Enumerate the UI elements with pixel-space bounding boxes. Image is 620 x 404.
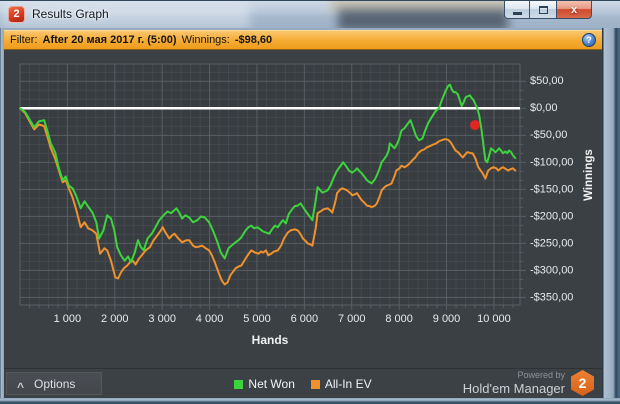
winnings-value: -$98,60 [234,34,273,46]
svg-text:-$50,00: -$50,00 [530,129,567,141]
svg-text:$0,00: $0,00 [530,102,558,114]
legend-item-net-won: Net Won [234,377,295,391]
window-frame-bottom [0,398,620,404]
close-button[interactable]: x [556,1,592,19]
powered-by-block: Powered by Hold'em Manager 2 [463,370,594,396]
svg-text:9 000: 9 000 [433,313,461,325]
svg-text:8 000: 8 000 [385,313,413,325]
filter-value: After 20 мая 2017 г. (5:00) [42,34,177,46]
filter-label: Filter: [10,34,38,46]
svg-text:-$300,00: -$300,00 [530,264,573,276]
close-icon: x [570,3,578,16]
net-won-swatch [234,379,244,389]
window-frame-right [602,28,620,398]
results-chart: $50,00 $0,00 -$50,00 -$100,00 -$150,00 -$200,… [19,63,595,347]
svg-text:-$200,00: -$200,00 [530,210,573,222]
svg-text:1 000: 1 000 [54,313,82,325]
window-frame-left [0,28,4,398]
hm2-logo-icon: 2 [571,370,594,396]
svg-text:3 000: 3 000 [148,313,176,325]
winnings-label: Winnings: [181,34,230,46]
y-axis-title: Winnings [583,149,595,201]
svg-text:-$250,00: -$250,00 [530,237,573,249]
aero-glass-reflection-dark [338,9,508,28]
svg-text:6 000: 6 000 [291,313,319,325]
svg-text:-$100,00: -$100,00 [530,156,573,168]
app-icon: 2 [8,6,25,23]
filter-bar: Filter: After 20 мая 2017 г. (5:00) Winn… [4,30,602,50]
powered-by-text: Powered by [517,370,565,380]
legend-item-all-in-ev: All-In EV [310,377,372,391]
svg-text:-$150,00: -$150,00 [530,183,573,195]
brand-name: Hold'em Manager [462,381,565,396]
maximize-icon [538,5,548,14]
all-in-ev-swatch [310,379,320,389]
title-bar[interactable]: 2 Results Graph x [0,0,620,28]
svg-text:2 000: 2 000 [101,313,129,325]
footer-bar: ^ Options Net Won All-In EV Powered by H… [4,368,602,398]
svg-text:5 000: 5 000 [243,313,271,325]
svg-text:-$350,00: -$350,00 [530,291,573,303]
results-graph-window: 2 Results Graph x Filter: After 20 мая 2… [0,0,620,404]
svg-text:$50,00: $50,00 [530,75,564,87]
minimize-button[interactable] [504,1,530,19]
plot-area [20,64,520,305]
window-controls: x [504,1,592,19]
help-icon[interactable]: ? [582,33,596,47]
maximize-button[interactable] [530,1,556,19]
svg-text:4 000: 4 000 [196,313,224,325]
x-axis-title: Hands [252,333,289,347]
data-point-marker [469,120,480,131]
minimize-icon [512,11,522,15]
all-in-ev-label: All-In EV [324,377,372,391]
svg-text:7 000: 7 000 [338,313,366,325]
window-title: Results Graph [32,7,109,21]
svg-text:10 000: 10 000 [477,313,511,325]
net-won-label: Net Won [248,377,295,391]
